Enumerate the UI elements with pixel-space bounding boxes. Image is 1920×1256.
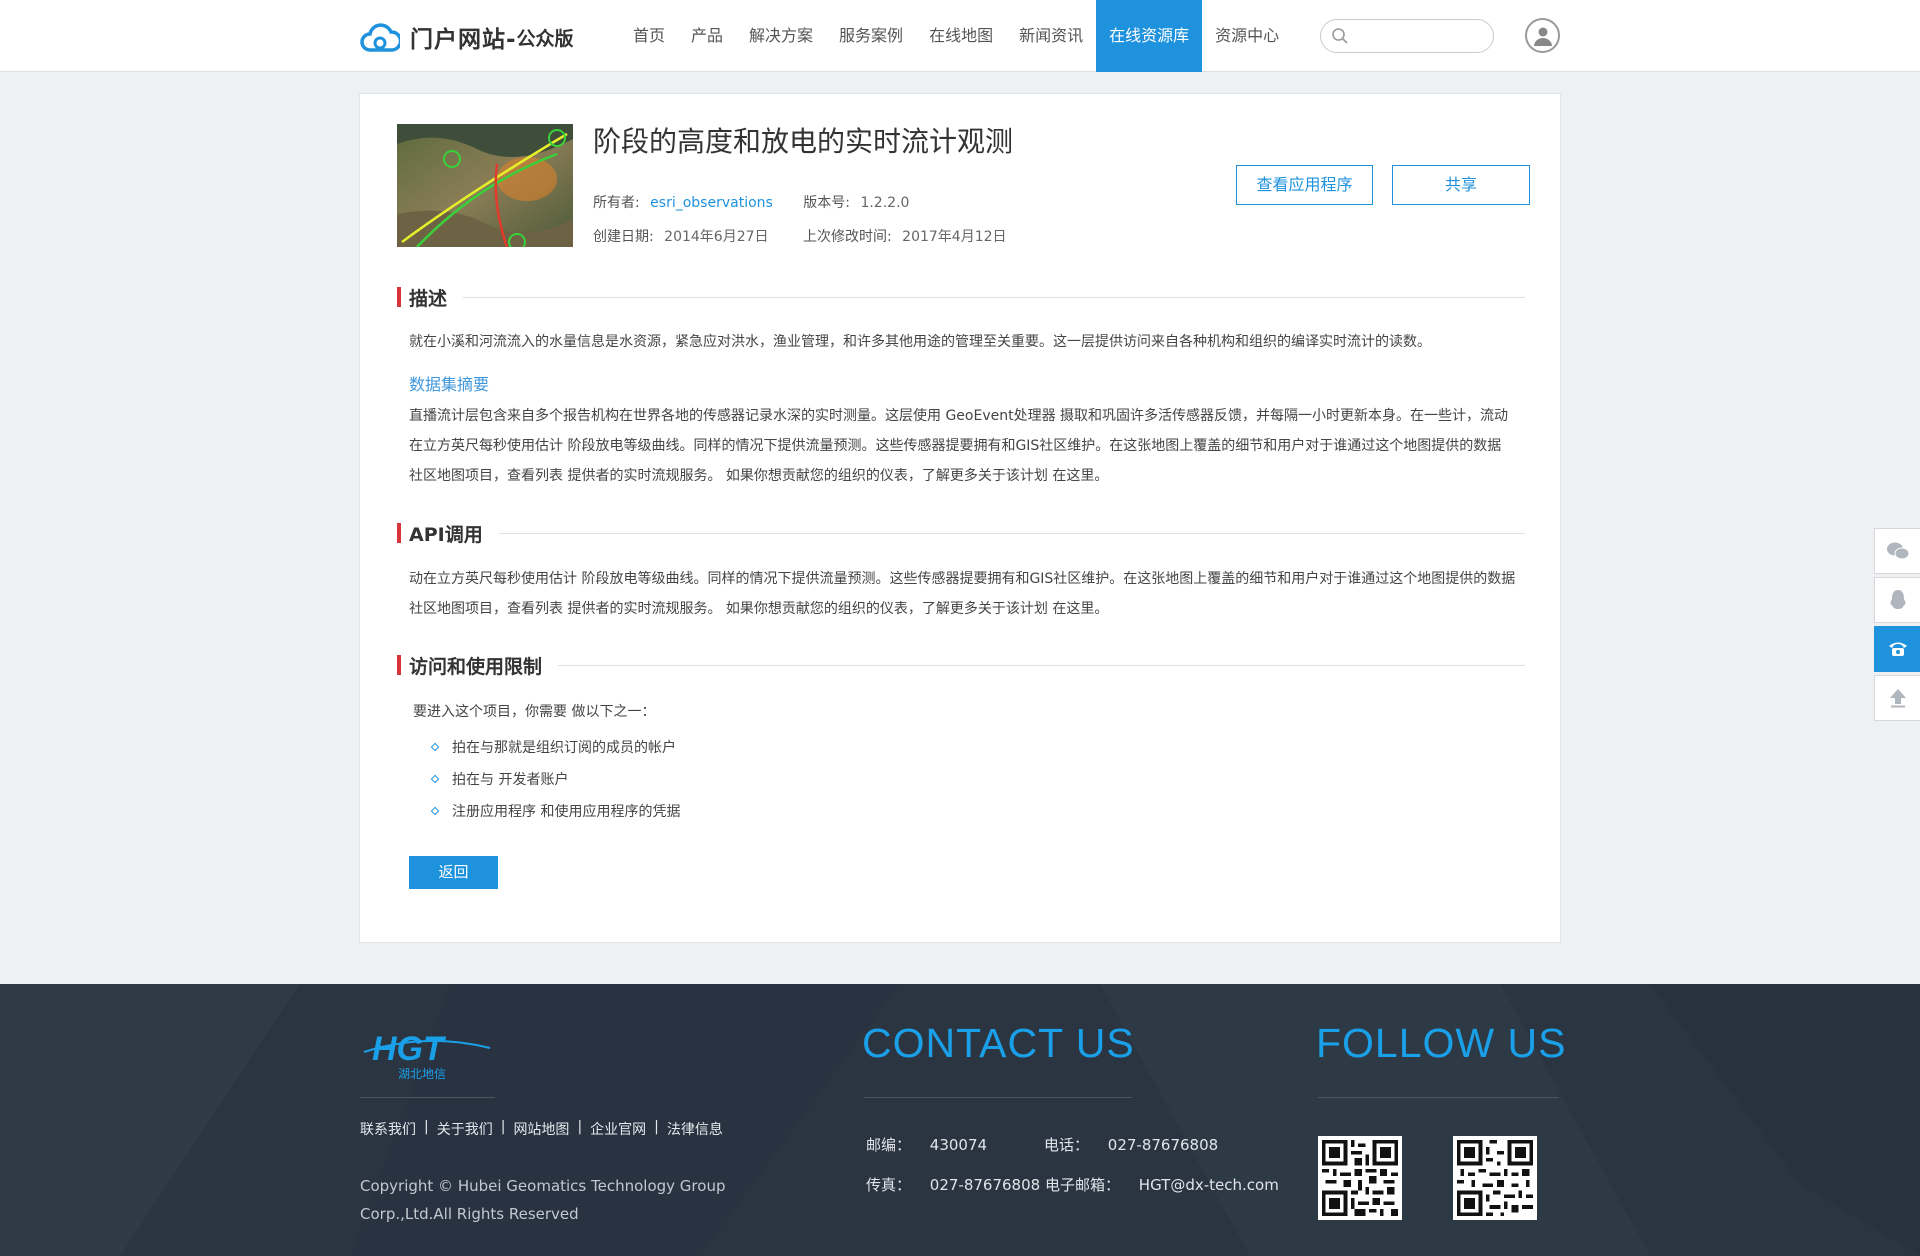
modified-value: 2017年4月12日 [902, 229, 1007, 245]
phone-icon [1888, 642, 1907, 656]
section-api-title: API调用 [409, 523, 483, 546]
user-avatar-button[interactable] [1525, 18, 1560, 53]
access-item-text: 拍在与那就是组织订阅的成员的帐户 [452, 740, 676, 756]
bullet-diamond-icon [430, 774, 440, 784]
nav-cases[interactable]: 服务案例 [826, 0, 916, 72]
search-box[interactable] [1320, 19, 1494, 53]
side-tool-wechat[interactable] [1874, 528, 1920, 574]
nav-resource-center[interactable]: 资源中心 [1202, 0, 1292, 72]
email-label: 电子邮箱： [1045, 1176, 1121, 1194]
contact-email: 电子邮箱： HGT@dx-tech.com [1045, 1174, 1279, 1195]
qq-icon [1890, 590, 1905, 609]
footer-links: 联系我们 | 关于我们 | 网站地图 | 企业官网 | 法律信息 [360, 1119, 723, 1139]
meta-row-dates: 创建日期: 2014年6月27日 上次修改时间: 2017年4月12日 [593, 226, 1007, 246]
site-edition: 公众版 [516, 27, 574, 50]
side-tool-qq[interactable] [1874, 577, 1920, 623]
footer-link-sitemap[interactable]: 网站地图 [513, 1119, 569, 1139]
section-marker [397, 523, 401, 543]
footer-link-about[interactable]: 关于我们 [437, 1119, 493, 1139]
section-description-header: 描述 [397, 286, 1525, 310]
site-logo[interactable]: 门户网站- 公众版 [360, 17, 574, 57]
footer-logo-sub: 湖北地信 [398, 1066, 446, 1080]
dataset-summary-link[interactable]: 数据集摘要 [409, 371, 489, 395]
nav-news[interactable]: 新闻资讯 [1006, 0, 1096, 72]
back-to-top-icon [1889, 689, 1906, 708]
qr-code-image [1318, 1136, 1402, 1220]
contact-fax: 传真： 027-87676808 [866, 1174, 1040, 1195]
follow-heading: FOLLOW US [1316, 1020, 1567, 1066]
nav-products[interactable]: 产品 [678, 0, 736, 72]
side-tool-back-to-top[interactable] [1874, 675, 1920, 721]
site-footer: HGT 湖北地信 联系我们 | 关于我们 | 网站地图 | 企业官网 | 法律信… [0, 984, 1920, 1256]
side-tool-phone[interactable] [1874, 626, 1920, 672]
section-divider [558, 664, 1525, 666]
footer-link-contact[interactable]: 联系我们 [360, 1119, 416, 1139]
section-access-header: 访问和使用限制 [397, 654, 1525, 678]
created-value: 2014年6月27日 [664, 229, 769, 245]
wechat-icon [1886, 542, 1909, 560]
footer-divider [1318, 1097, 1559, 1098]
section-marker [397, 655, 401, 675]
view-app-button[interactable]: 查看应用程序 [1236, 165, 1373, 205]
back-button[interactable]: 返回 [409, 856, 498, 889]
postcode-value: 430074 [929, 1136, 988, 1154]
email-value[interactable]: HGT@dx-tech.com [1139, 1176, 1279, 1194]
top-header: 门户网站- 公众版 首页 产品 解决方案 服务案例 在线地图 新闻资讯 在线资源库… [0, 0, 1920, 72]
bullet-diamond-icon [430, 806, 440, 816]
cloud-logo-icon [360, 23, 400, 52]
list-item: 拍在与那就是组织订阅的成员的帐户 [430, 737, 676, 757]
item-detail-card: 阶段的高度和放电的实时流计观测 所有者: esri_observations 版… [359, 93, 1561, 943]
postcode-label: 邮编： [866, 1136, 912, 1154]
description-text: 就在小溪和河流流入的水量信息是水资源，紧急应对洪水，渔业管理，和许多其他用途的管… [409, 334, 1431, 350]
section-access-title: 访问和使用限制 [409, 655, 543, 678]
list-item: 拍在与 开发者账户 [430, 769, 569, 789]
phone-value: 027-87676808 [1107, 1136, 1219, 1154]
site-name: 门户网站- [410, 27, 517, 53]
search-icon [1332, 28, 1348, 44]
main-nav: 首页 产品 解决方案 服务案例 在线地图 新闻资讯 在线资源库 资源中心 [620, 0, 1292, 72]
contact-heading: CONTACT US [862, 1020, 1135, 1066]
dataset-summary-text: 直播流计层包含来自多个报告机构在世界各地的传感器记录水深的实时测量。这层使用 G… [409, 408, 1509, 484]
search-input[interactable] [1355, 28, 1485, 44]
qr-code-image [1453, 1136, 1537, 1220]
api-text: 动在立方英尺每秒使用估计 阶段放电等级曲线。同样的情况下提供流量预测。这些传感器… [409, 571, 1516, 617]
user-avatar-icon [1533, 27, 1552, 46]
version-value: 1.2.2.0 [860, 195, 910, 211]
footer-divider [864, 1097, 1132, 1098]
nav-online-map[interactable]: 在线地图 [916, 0, 1006, 72]
footer-logo[interactable]: HGT 湖北地信 [360, 1022, 492, 1084]
created-label: 创建日期: [593, 229, 654, 245]
bullet-diamond-icon [430, 742, 440, 752]
section-description-title: 描述 [409, 287, 448, 310]
section-divider [498, 532, 1525, 534]
access-item-text: 拍在与 开发者账户 [452, 772, 569, 788]
contact-phone: 电话： 027-87676808 [1044, 1134, 1218, 1155]
owner-link[interactable]: esri_observations [650, 195, 773, 211]
section-marker [397, 287, 401, 307]
footer-link-legal[interactable]: 法律信息 [667, 1119, 723, 1139]
nav-online-resources[interactable]: 在线资源库 [1096, 0, 1203, 72]
fax-value: 027-87676808 [929, 1176, 1041, 1194]
fax-label: 传真： [866, 1176, 912, 1194]
version-label: 版本号: [803, 195, 850, 211]
nav-home[interactable]: 首页 [620, 0, 678, 72]
phone-label: 电话： [1044, 1136, 1090, 1154]
meta-row-owner: 所有者: esri_observations 版本号: 1.2.2.0 [593, 192, 909, 212]
nav-solutions[interactable]: 解决方案 [736, 0, 826, 72]
section-api-header: API调用 [397, 522, 1525, 546]
owner-label: 所有者: [593, 195, 640, 211]
footer-divider [360, 1097, 495, 1098]
item-thumbnail [397, 124, 573, 247]
share-button[interactable]: 共享 [1392, 165, 1530, 205]
footer-logo-mark: HGT [372, 1030, 447, 1068]
access-intro: 要进入这个项目，你需要 做以下之一： [413, 704, 656, 720]
item-title: 阶段的高度和放电的实时流计观测 [593, 125, 1014, 158]
footer-link-corporate[interactable]: 企业官网 [590, 1119, 646, 1139]
contact-postcode: 邮编： 430074 [866, 1134, 987, 1155]
copyright-text: Copyright © Hubei Geomatics Technology G… [360, 1177, 726, 1223]
list-item: 注册应用程序 和使用应用程序的凭据 [430, 801, 681, 821]
access-item-text: 注册应用程序 和使用应用程序的凭据 [452, 804, 681, 820]
modified-label: 上次修改时间: [802, 229, 892, 245]
section-divider [463, 296, 1525, 298]
